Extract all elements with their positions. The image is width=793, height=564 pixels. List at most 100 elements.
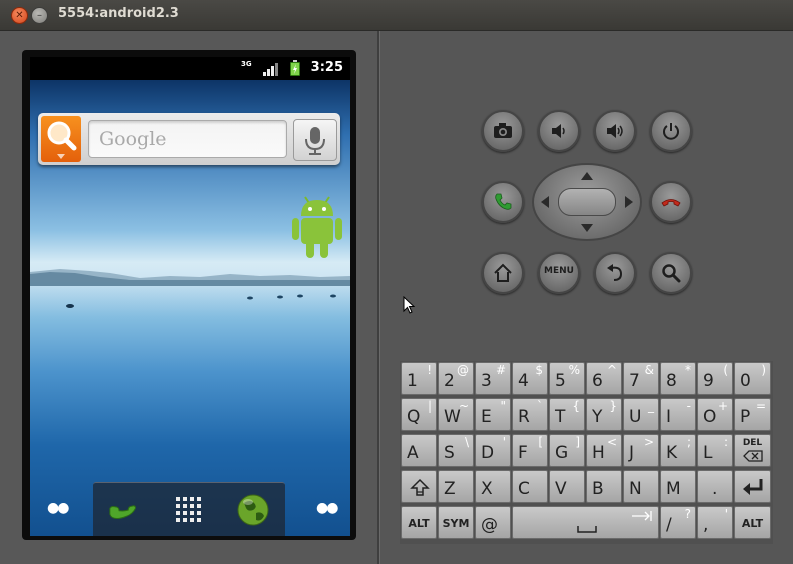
dpad[interactable]: [532, 163, 642, 241]
google-search-widget[interactable]: Google: [38, 113, 340, 165]
key-b[interactable]: B: [586, 470, 622, 503]
key-x[interactable]: X: [475, 470, 511, 503]
key-alt-label: !: [427, 363, 432, 377]
key-comma[interactable]: , ': [697, 506, 733, 539]
key-p[interactable]: P =: [734, 398, 771, 431]
key-sym[interactable]: SYM: [438, 506, 474, 539]
key-label: 8: [666, 371, 677, 391]
volume-down-button[interactable]: [538, 110, 580, 152]
window-minimize-button[interactable]: –: [31, 7, 48, 24]
key-v[interactable]: V: [549, 470, 585, 503]
key-label: B: [592, 479, 604, 499]
key-alt-left[interactable]: ALT: [401, 506, 437, 539]
key-label: ALT: [741, 517, 764, 530]
key-r[interactable]: R `: [512, 398, 548, 431]
key-u[interactable]: U _: [623, 398, 659, 431]
key-n[interactable]: N: [623, 470, 659, 503]
key-alt-label: <: [606, 435, 617, 449]
key-8[interactable]: 8 *: [660, 362, 696, 395]
dpad-center-button[interactable]: [558, 188, 616, 216]
key-w[interactable]: W ~: [438, 398, 474, 431]
key-2[interactable]: 2 @: [438, 362, 474, 395]
key-3[interactable]: 3 #: [475, 362, 511, 395]
page-indicator-right[interactable]: ●●: [316, 500, 338, 516]
key-enter[interactable]: [734, 470, 771, 503]
key-4[interactable]: 4 $: [512, 362, 548, 395]
key-label: H: [592, 443, 605, 463]
key-0[interactable]: 0): [734, 362, 771, 395]
key-7[interactable]: 7 &: [623, 362, 659, 395]
window-close-button[interactable]: ✕: [11, 7, 28, 24]
key-alt-label: $: [535, 363, 543, 377]
dpad-up-arrow-icon[interactable]: [580, 171, 594, 181]
end-call-button[interactable]: [650, 181, 692, 223]
key-slash[interactable]: /?: [660, 506, 696, 539]
key-1[interactable]: 1!: [401, 362, 437, 395]
search-engine-button[interactable]: [41, 116, 81, 162]
key-label: I: [666, 407, 672, 427]
dpad-right-arrow-icon[interactable]: [624, 195, 634, 209]
key-label: 3: [481, 371, 492, 391]
key-label: T: [555, 407, 566, 427]
key-q[interactable]: Q |: [401, 398, 437, 431]
key-o[interactable]: O +: [697, 398, 733, 431]
app-drawer-icon[interactable]: [175, 496, 203, 524]
key-5[interactable]: 5%: [549, 362, 585, 395]
key-i[interactable]: I-: [660, 398, 696, 431]
key-y[interactable]: Y}: [586, 398, 622, 431]
menu-button[interactable]: MENU: [538, 252, 580, 294]
key-6[interactable]: 6 ^: [586, 362, 622, 395]
key-at[interactable]: @: [475, 506, 511, 539]
key-e[interactable]: E ": [475, 398, 511, 431]
key-h[interactable]: H <: [586, 434, 622, 467]
page-indicator-left[interactable]: ●●: [47, 500, 69, 516]
key-period[interactable]: .: [697, 470, 733, 503]
key-l[interactable]: L:: [697, 434, 733, 467]
key-t[interactable]: T{: [549, 398, 585, 431]
key-space[interactable]: [512, 506, 659, 539]
key-z[interactable]: Z: [438, 470, 474, 503]
power-button[interactable]: [650, 110, 692, 152]
phone-app-icon[interactable]: [107, 493, 141, 527]
browser-globe-icon[interactable]: [236, 493, 270, 527]
key-label: M: [666, 479, 681, 499]
dpad-down-arrow-icon[interactable]: [580, 223, 594, 233]
key-d[interactable]: D ': [475, 434, 511, 467]
key-m[interactable]: M: [660, 470, 696, 503]
key-s[interactable]: S \: [438, 434, 474, 467]
volume-up-button[interactable]: [594, 110, 636, 152]
dpad-left-arrow-icon[interactable]: [540, 195, 550, 209]
key-k[interactable]: K;: [660, 434, 696, 467]
search-hardware-button[interactable]: [650, 252, 692, 294]
voice-search-button[interactable]: [293, 119, 337, 161]
home-button[interactable]: [482, 252, 524, 294]
status-bar[interactable]: 3G 3:25: [30, 57, 350, 80]
key-shift[interactable]: [401, 470, 437, 503]
key-c[interactable]: C: [512, 470, 548, 503]
camera-button[interactable]: [482, 110, 524, 152]
home-screen[interactable]: Google ●● ●●: [30, 80, 350, 536]
back-button[interactable]: [594, 252, 636, 294]
key-alt-label: ': [724, 507, 728, 521]
key-label: ,: [703, 515, 709, 535]
search-input[interactable]: Google: [88, 120, 287, 158]
mouse-cursor-icon: [403, 296, 416, 314]
key-label: K: [666, 443, 678, 463]
space-icon: [577, 526, 597, 533]
key-alt-label: (: [723, 363, 728, 377]
key-label: 0: [740, 371, 751, 391]
key-f[interactable]: F[: [512, 434, 548, 467]
call-button[interactable]: [482, 181, 524, 223]
key-delete[interactable]: DEL: [734, 434, 771, 467]
key-label: Y: [592, 407, 603, 427]
key-a[interactable]: A: [401, 434, 437, 467]
key-alt-label: -: [686, 399, 691, 413]
android-market-icon[interactable]: [290, 192, 344, 262]
key-j[interactable]: J >: [623, 434, 659, 467]
key-9[interactable]: 9(: [697, 362, 733, 395]
key-label: V: [555, 479, 567, 499]
key-alt-right[interactable]: ALT: [734, 506, 771, 539]
key-alt-label: _: [648, 399, 654, 413]
key-g[interactable]: G]: [549, 434, 585, 467]
key-alt-label: &: [644, 363, 654, 377]
